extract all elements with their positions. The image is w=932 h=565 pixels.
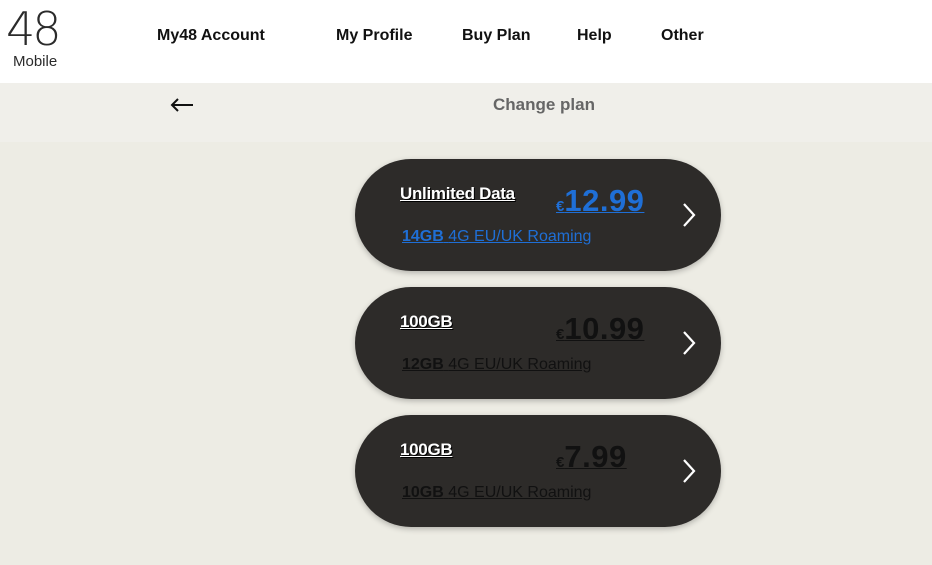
plan-name: Unlimited Data (400, 184, 515, 203)
allowance-gb: 12GB (402, 356, 444, 373)
plan-name: 100GB (400, 312, 453, 331)
plan-allowance: 14GB 4G EU/UK Roaming (402, 228, 591, 246)
plan-price: €12.99 (556, 183, 644, 219)
top-navigation-bar: 48 Mobile My48 Account My Profile Buy Pl… (0, 0, 932, 83)
nav-other[interactable]: Other (661, 27, 704, 45)
chevron-right-icon (683, 459, 696, 483)
price-amount: 10.99 (564, 311, 645, 346)
nav-my-profile[interactable]: My Profile (336, 27, 412, 45)
allowance-text: 4G EU/UK Roaming (448, 228, 592, 245)
plan-card-100gb-12gb[interactable]: 100GB €10.99 12GB 4G EU/UK Roaming (355, 287, 721, 399)
price-amount: 7.99 (564, 439, 627, 474)
page-title: Change plan (492, 95, 595, 114)
allowance-gb: 14GB (402, 228, 444, 245)
brand-logo[interactable]: 48 Mobile (6, 6, 68, 72)
chevron-right-icon (683, 331, 696, 355)
logo-word: Mobile (13, 53, 58, 70)
plan-price: €10.99 (556, 311, 644, 347)
plan-allowance: 10GB 4G EU/UK Roaming (402, 484, 591, 502)
plan-allowance: 12GB 4G EU/UK Roaming (402, 356, 591, 374)
nav-help[interactable]: Help (577, 27, 612, 45)
plan-name: 100GB (400, 440, 453, 459)
logo-number: 48 (6, 2, 62, 56)
nav-buy-plan[interactable]: Buy Plan (462, 27, 530, 45)
nav-my48-account[interactable]: My48 Account (157, 27, 265, 45)
allowance-text: 4G EU/UK Roaming (448, 356, 592, 373)
plan-card-unlimited-data[interactable]: Unlimited Data €12.99 14GB 4G EU/UK Roam… (355, 159, 721, 271)
price-amount: 12.99 (564, 183, 645, 218)
chevron-right-icon (683, 203, 696, 227)
plan-price: €7.99 (556, 439, 627, 475)
allowance-text: 4G EU/UK Roaming (448, 484, 592, 501)
plan-card-100gb-10gb[interactable]: 100GB €7.99 10GB 4G EU/UK Roaming (355, 415, 721, 527)
allowance-gb: 10GB (402, 484, 444, 501)
